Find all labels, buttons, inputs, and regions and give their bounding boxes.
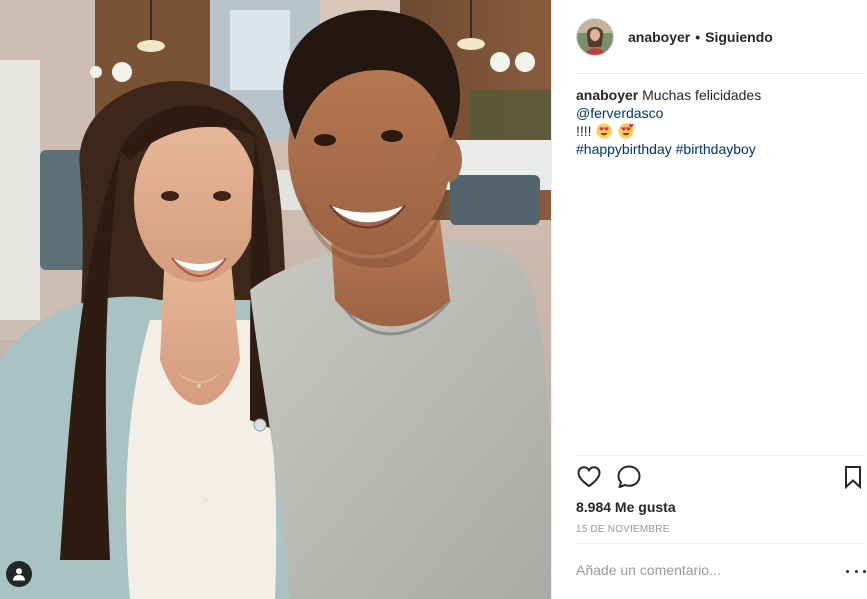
- caption-mention-link[interactable]: @ferverdasco: [576, 105, 663, 121]
- post-caption: anaboyer Muchas felicidades @ferverdasco…: [576, 86, 852, 158]
- post-date[interactable]: 15 DE NOVIEMBRE: [576, 524, 670, 535]
- following-button[interactable]: Siguiendo: [705, 29, 773, 45]
- caption-exclamations: !!!!: [576, 123, 592, 139]
- comment-bar: [576, 543, 866, 599]
- post-side-panel: anaboyer • Siguiendo anaboyer Muchas fel…: [551, 0, 867, 599]
- post-photo[interactable]: [0, 0, 551, 599]
- caption-text: Muchas felicidades: [642, 87, 762, 103]
- more-options-icon[interactable]: [846, 562, 866, 580]
- bookmark-icon[interactable]: [840, 464, 866, 490]
- avatar[interactable]: [576, 17, 614, 56]
- caption-username[interactable]: anaboyer: [576, 87, 638, 103]
- dot: [863, 569, 866, 573]
- hashtag-link-happybirthday[interactable]: #happybirthday: [576, 141, 672, 157]
- like-count[interactable]: 8.984 Me gusta: [576, 498, 676, 516]
- post-actions: [576, 455, 866, 499]
- hashtag-link-birthdayboy[interactable]: #birthdayboy: [676, 141, 756, 157]
- user-tag-icon: [13, 568, 25, 581]
- header-username[interactable]: anaboyer: [628, 29, 690, 45]
- dot: [854, 569, 858, 573]
- post-header: anaboyer • Siguiendo: [576, 0, 866, 74]
- dot: [846, 569, 849, 573]
- heart-eyes-emoji-icon: [618, 123, 634, 139]
- avatar-image: [577, 18, 613, 55]
- tag-people-button[interactable]: [6, 561, 32, 587]
- header-separator: •: [695, 28, 701, 45]
- instagram-post: anaboyer • Siguiendo anaboyer Muchas fel…: [0, 0, 867, 599]
- heart-icon[interactable]: [576, 464, 602, 490]
- heart-eyes-emoji-icon: [596, 123, 612, 139]
- comment-input[interactable]: [576, 558, 816, 582]
- header-text: anaboyer • Siguiendo: [628, 29, 773, 45]
- comment-bubble-icon[interactable]: [616, 464, 642, 490]
- photo-illustration: [0, 0, 551, 599]
